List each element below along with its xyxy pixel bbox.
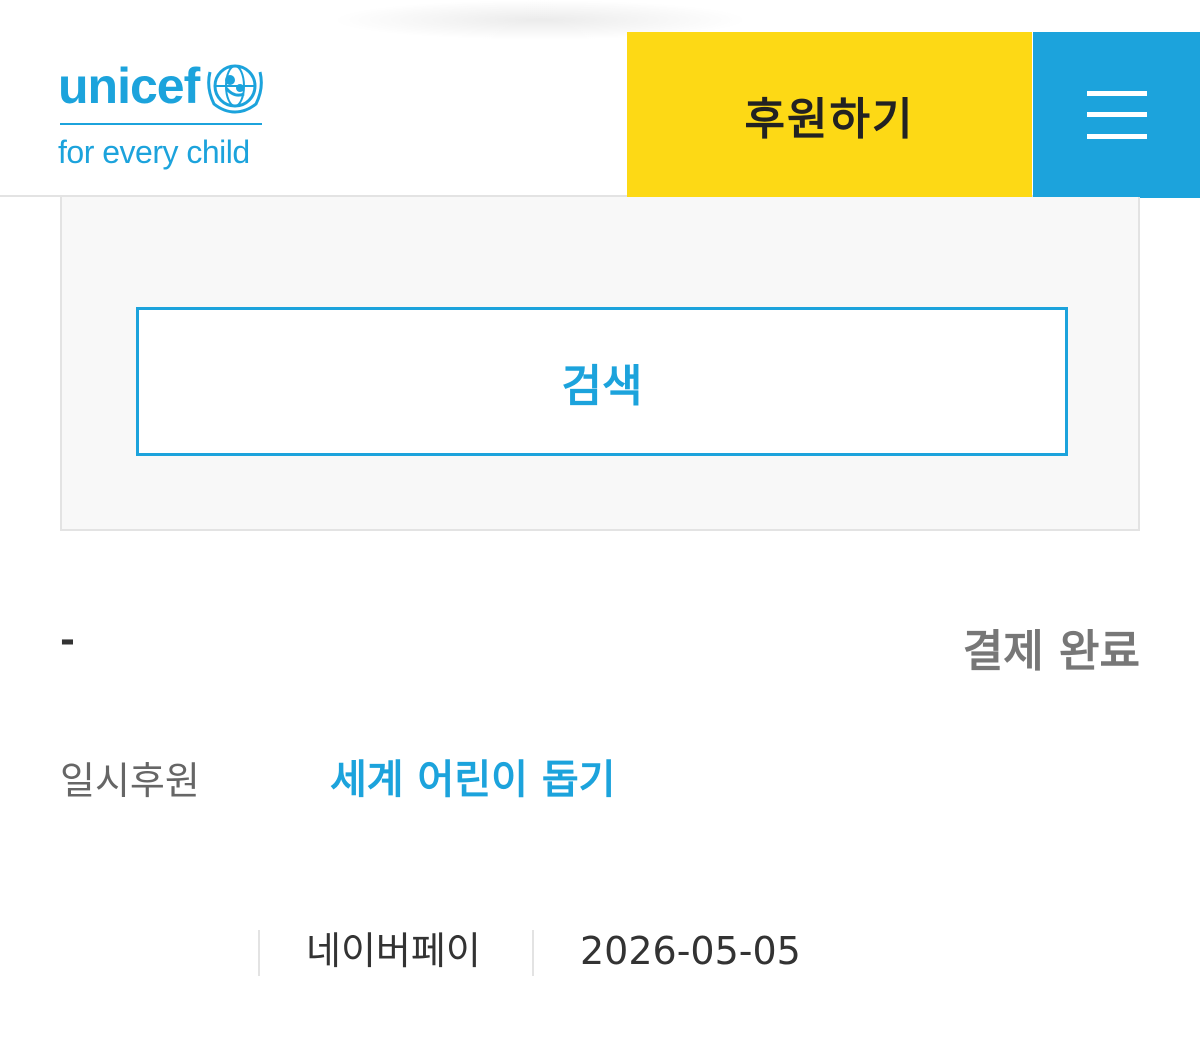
logo-divider xyxy=(60,123,262,125)
donation-list-item[interactable]: - 결제 완료 일시후원 세계 어린이 돕기 네이버페이 2026-05-05 xyxy=(60,590,1140,1010)
donate-button[interactable]: 후원하기 xyxy=(627,32,1032,198)
payment-date: 2026-05-05 xyxy=(580,929,801,973)
donation-type: 일시후원 xyxy=(60,759,200,803)
hamburger-menu-icon xyxy=(1086,91,1147,139)
payment-method: 네이버페이 xyxy=(306,929,481,973)
menu-button[interactable] xyxy=(1033,32,1200,198)
menu-icon-bar xyxy=(1086,134,1147,139)
payment-status-badge: 결제 완료 xyxy=(962,626,1140,677)
result-title: - xyxy=(60,620,75,661)
meta-divider xyxy=(258,930,260,976)
logo-tagline: for every child xyxy=(58,134,250,170)
menu-icon-bar xyxy=(1086,91,1147,96)
logo-wordmark: unicef xyxy=(58,58,200,114)
donation-history-page: unicef for every child 후원하기 검색 - 결제 완료 일… xyxy=(0,0,1200,1045)
site-header: unicef for every child 후원하기 xyxy=(0,0,1200,198)
unicef-emblem-icon xyxy=(207,64,263,114)
campaign-name: 세계 어린이 돕기 xyxy=(330,757,616,803)
menu-icon-bar xyxy=(1086,112,1147,117)
search-button[interactable]: 검색 xyxy=(136,307,1068,456)
meta-divider xyxy=(532,930,534,976)
search-panel: 검색 xyxy=(60,197,1140,531)
unicef-logo[interactable]: unicef for every child xyxy=(58,52,268,172)
meta-amount-blank xyxy=(60,928,220,976)
payment-meta-row: 네이버페이 2026-05-05 xyxy=(60,928,1140,976)
